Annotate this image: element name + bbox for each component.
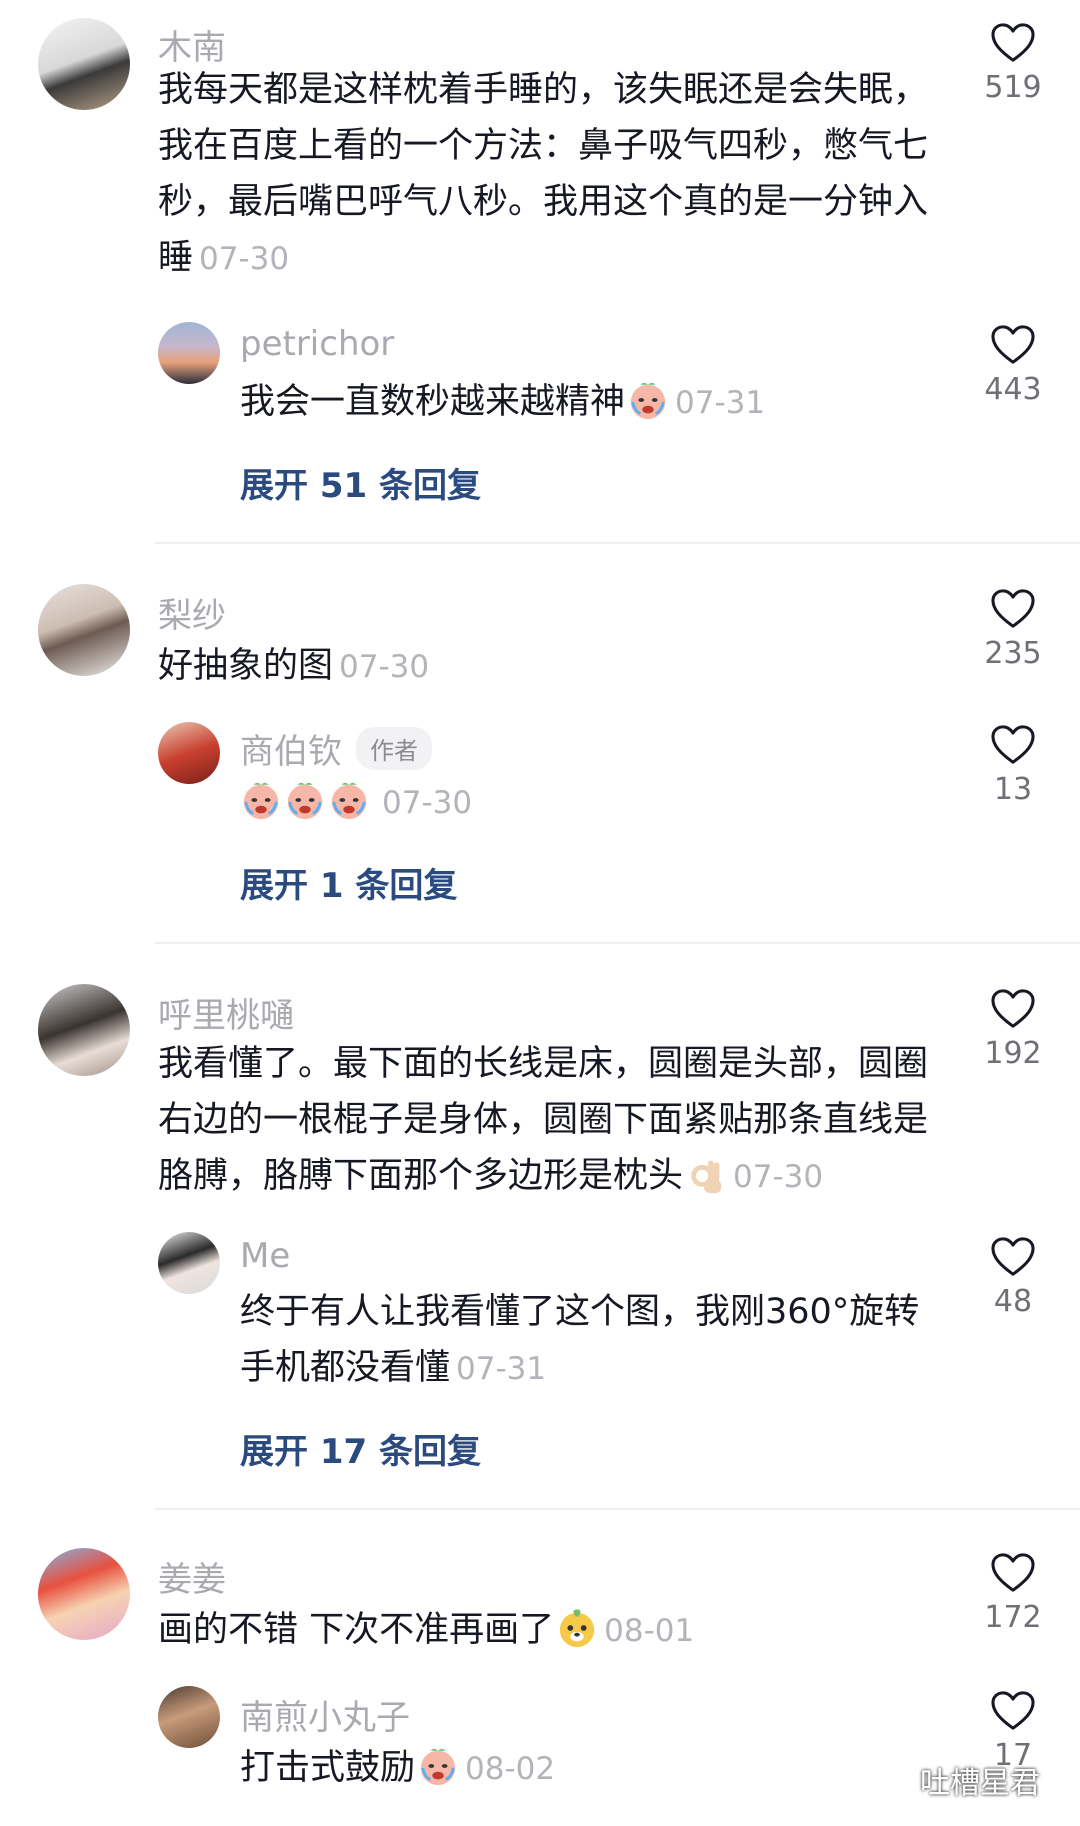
divider	[155, 942, 1080, 944]
heart-outline-icon	[990, 324, 1036, 366]
heart-outline-icon	[990, 1552, 1036, 1594]
comment-body: 画的不错 下次不准再画了	[158, 1610, 555, 1650]
like-button[interactable]: 192	[978, 988, 1048, 1071]
reply-username[interactable]: Me	[240, 1236, 290, 1276]
reply-date: 07-30	[382, 785, 473, 821]
crying-emoji-icon	[240, 779, 282, 821]
expand-replies-button[interactable]: 展开 17 条回复	[240, 1424, 481, 1473]
avatar[interactable]	[38, 18, 130, 110]
comment-date: 08-01	[604, 1613, 695, 1649]
heart-outline-icon	[990, 588, 1036, 630]
like-count: 172	[984, 1600, 1042, 1635]
comment-username[interactable]: 梨纱	[158, 588, 226, 637]
expand-replies-button[interactable]: 展开 1 条回复	[240, 858, 457, 907]
expand-replies-button[interactable]: 展开 51 条回复	[240, 458, 481, 507]
crying-emoji-icon	[328, 779, 370, 821]
like-count: 443	[984, 372, 1042, 407]
heart-outline-icon	[990, 1236, 1036, 1278]
reply-text: 打击式鼓励 08-02	[240, 1740, 740, 1797]
like-button[interactable]: 172	[978, 1552, 1048, 1635]
author-badge: 作者	[356, 727, 432, 770]
avatar[interactable]	[38, 584, 130, 676]
dog-emoji-icon	[556, 1607, 598, 1649]
comment-username[interactable]: 姜姜	[158, 1552, 226, 1601]
reply-username[interactable]: petrichor	[240, 324, 394, 364]
reply-like-button[interactable]: 13	[978, 724, 1048, 807]
like-count: 519	[984, 70, 1042, 105]
watermark: 吐槽星君	[872, 1758, 1040, 1802]
reply-avatar[interactable]	[158, 722, 220, 784]
reply-date: 07-31	[456, 1351, 547, 1387]
reply-avatar[interactable]	[158, 322, 220, 384]
reply-text: 终于有人让我看懂了这个图，我刚360°旋转手机都没看懂 07-31	[240, 1284, 940, 1397]
wechat-icon	[872, 1765, 912, 1794]
reply-username-text: 商伯钦	[240, 732, 342, 772]
reply-date: 07-31	[675, 385, 766, 421]
comment-body: 好抽象的图	[158, 646, 334, 686]
crying-emoji-icon	[627, 379, 669, 421]
reply-body: 打击式鼓励	[240, 1748, 416, 1788]
like-count: 235	[984, 636, 1042, 671]
comment-text: 好抽象的图 07-30	[158, 638, 938, 695]
crying-emoji-icon	[417, 1745, 459, 1787]
like-count: 13	[993, 772, 1033, 807]
comment-date: 07-30	[339, 649, 430, 685]
heart-outline-icon	[990, 988, 1036, 1030]
comment-username[interactable]: 呼里桃嗵	[158, 988, 294, 1037]
heart-outline-icon	[990, 22, 1036, 64]
reply-username[interactable]: 南煎小丸子	[240, 1690, 410, 1739]
reply-avatar[interactable]	[158, 1232, 220, 1294]
like-button[interactable]: 519	[978, 22, 1048, 105]
reply-username[interactable]: 商伯钦 作者	[240, 724, 432, 773]
heart-outline-icon	[990, 724, 1036, 766]
reply-avatar[interactable]	[158, 1686, 220, 1748]
like-button[interactable]: 235	[978, 588, 1048, 671]
crying-emoji-icon	[284, 779, 326, 821]
reply-text: 07-30	[240, 774, 940, 831]
reply-like-button[interactable]: 443	[978, 324, 1048, 407]
avatar[interactable]	[38, 984, 130, 1076]
reply-date: 08-02	[465, 1751, 556, 1787]
comment-text: 我每天都是这样枕着手睡的，该失眠还是会失眠，我在百度上看的一个方法：鼻子吸气四秒…	[158, 62, 938, 287]
ok-hand-emoji-icon	[685, 1153, 727, 1195]
like-count: 192	[984, 1036, 1042, 1071]
reply-like-button[interactable]: 48	[978, 1236, 1048, 1319]
heart-outline-icon	[990, 1690, 1036, 1732]
divider	[155, 542, 1080, 544]
comment-text: 画的不错 下次不准再画了 08-01	[158, 1602, 938, 1659]
avatar[interactable]	[38, 1548, 130, 1640]
comment-date: 07-30	[199, 241, 290, 277]
reply-body: 终于有人让我看懂了这个图，我刚360°旋转手机都没看懂	[240, 1292, 920, 1388]
watermark-text: 吐槽星君	[920, 1766, 1040, 1801]
reply-body: 我会一直数秒越来越精神	[240, 382, 626, 422]
comment-date: 07-30	[733, 1159, 824, 1195]
reply-text: 我会一直数秒越来越精神 07-31	[240, 374, 940, 431]
divider	[155, 1508, 1080, 1510]
comment-text: 我看懂了。最下面的长线是床，圆圈是头部，圆圈右边的一根棍子是身体，圆圈下面紧贴那…	[158, 1036, 938, 1205]
like-count: 48	[993, 1284, 1033, 1319]
